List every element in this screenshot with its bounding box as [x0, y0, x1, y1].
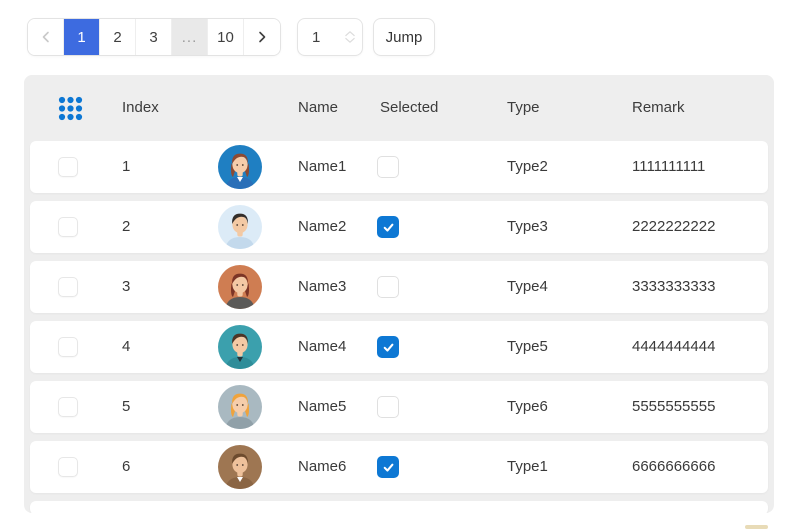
row-name: Name3 — [298, 278, 347, 295]
data-table: Index Name Selected Type Remark 1 Name1 … — [24, 75, 774, 513]
page-ellipsis-button[interactable]: ... — [172, 19, 208, 55]
row-checkbox[interactable] — [58, 277, 78, 297]
avatar-man-lightblue — [218, 205, 262, 249]
selected-checkbox[interactable] — [377, 456, 399, 478]
page-button-3[interactable]: 3 — [136, 19, 172, 55]
row-index: 5 — [122, 398, 131, 415]
row-index: 3 — [122, 278, 131, 295]
selected-checkbox[interactable] — [377, 276, 399, 298]
column-header-name: Name — [298, 99, 339, 116]
row-checkbox[interactable] — [58, 337, 78, 357]
row-remark: 2222222222 — [632, 218, 716, 235]
row-type: Type5 — [507, 338, 548, 355]
pagination-toolbar: 1 2 3 ... 10 Jump — [27, 18, 435, 56]
row-type: Type6 — [507, 398, 548, 415]
selected-checkbox[interactable] — [377, 216, 399, 238]
row-checkbox[interactable] — [58, 397, 78, 417]
row-checkbox[interactable] — [58, 217, 78, 237]
table-row: 3 Name3 Type4 3333333333 — [30, 261, 768, 313]
chevron-right-icon — [254, 29, 270, 45]
next-page-button[interactable] — [244, 19, 280, 55]
table-row: 5 Name5 Type6 5555555555 — [30, 381, 768, 433]
table-row: 2 Name2 Type3 2222222222 — [30, 201, 768, 253]
prev-page-button[interactable] — [28, 19, 64, 55]
row-name: Name1 — [298, 158, 347, 175]
selected-checkbox[interactable] — [377, 396, 399, 418]
row-type: Type4 — [507, 278, 548, 295]
stepper-icon[interactable] — [342, 29, 358, 45]
row-name: Name5 — [298, 398, 347, 415]
avatar-person-gray — [218, 385, 262, 429]
row-type: Type2 — [507, 158, 548, 175]
row-index: 2 — [122, 218, 131, 235]
column-header-index: Index — [122, 99, 159, 116]
jump-button[interactable]: Jump — [373, 18, 435, 56]
row-remark: 6666666666 — [632, 458, 716, 475]
page-button-2[interactable]: 2 — [100, 19, 136, 55]
row-remark: 4444444444 — [632, 338, 716, 355]
avatar-woman-blue — [218, 145, 262, 189]
row-index: 1 — [122, 158, 131, 175]
table-row: 6 Name6 Type1 6666666666 — [30, 441, 768, 493]
row-checkbox[interactable] — [58, 457, 78, 477]
table-header: Index Name Selected Type Remark — [24, 75, 774, 141]
column-header-remark: Remark — [632, 99, 685, 116]
grid-dots-icon[interactable] — [58, 96, 83, 121]
selected-checkbox[interactable] — [377, 336, 399, 358]
row-checkbox[interactable] — [58, 157, 78, 177]
column-header-type: Type — [507, 99, 540, 116]
row-remark: 5555555555 — [632, 398, 716, 415]
column-header-selected: Selected — [380, 99, 439, 116]
row-name: Name2 — [298, 218, 347, 235]
page-jump-input[interactable] — [312, 28, 342, 46]
avatar-woman-coral — [218, 265, 262, 309]
avatar-man-teal — [218, 325, 262, 369]
table-row: 4 Name4 Type5 4444444444 — [30, 321, 768, 373]
row-index: 4 — [122, 338, 131, 355]
row-remark: 3333333333 — [632, 278, 716, 295]
row-name: Name6 — [298, 458, 347, 475]
selected-checkbox[interactable] — [377, 156, 399, 178]
chevron-left-icon — [38, 29, 54, 45]
pagination: 1 2 3 ... 10 — [27, 18, 281, 56]
row-type: Type3 — [507, 218, 548, 235]
avatar-man-brown — [218, 445, 262, 489]
table-row: 1 Name1 Type2 1111111111 — [30, 141, 768, 193]
table-body: 1 Name1 Type2 1111111111 2 Name2 Type3 2… — [24, 141, 774, 493]
page-button-10[interactable]: 10 — [208, 19, 244, 55]
row-name: Name4 — [298, 338, 347, 355]
row-type: Type1 — [507, 458, 548, 475]
partial-next-row — [30, 501, 768, 513]
page-button-1[interactable]: 1 — [64, 19, 100, 55]
row-remark: 1111111111 — [632, 158, 706, 175]
page-jump-field — [297, 18, 363, 56]
row-index: 6 — [122, 458, 131, 475]
offscreen-element-sliver — [745, 525, 768, 529]
